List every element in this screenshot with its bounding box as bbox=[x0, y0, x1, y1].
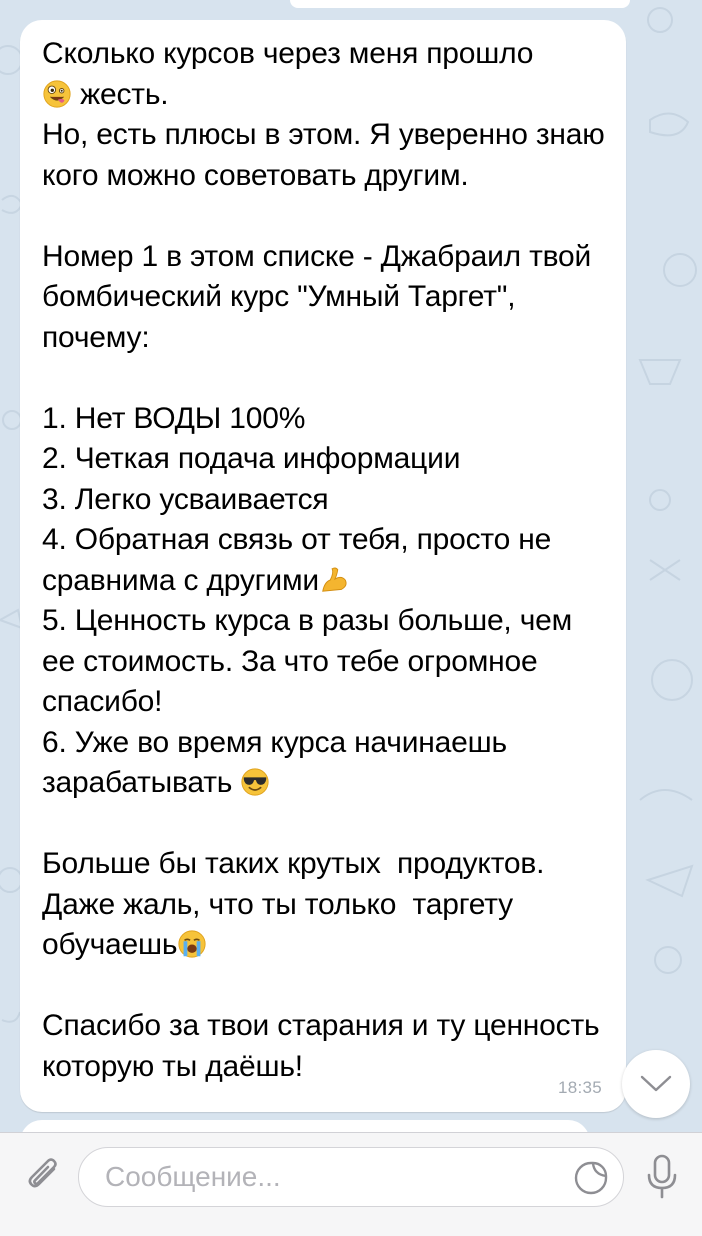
chevron-down-icon bbox=[640, 1075, 672, 1092]
message-text: Сколько курсов через меня прошло жесть. … bbox=[42, 37, 605, 1083]
microphone-icon bbox=[647, 1154, 677, 1199]
zany-face-emoji-icon bbox=[43, 79, 71, 108]
chat-area: Сколько курсов через меня прошло жесть. … bbox=[0, 0, 702, 1150]
loudly-crying-face-emoji-icon bbox=[178, 930, 206, 958]
message-bubble[interactable]: Сколько курсов через меня прошло жесть. … bbox=[20, 20, 626, 1112]
attach-button[interactable] bbox=[18, 1151, 70, 1203]
sticker-button[interactable] bbox=[573, 1160, 609, 1196]
paperclip-icon bbox=[28, 1158, 57, 1188]
smiling-face-with-sunglasses-emoji-icon bbox=[241, 768, 269, 796]
microphone-button[interactable] bbox=[636, 1151, 688, 1203]
message-input-bar bbox=[0, 1132, 702, 1236]
message-timestamp: 18:35 bbox=[557, 1078, 602, 1097]
sticker-icon bbox=[574, 1161, 608, 1195]
message-field[interactable] bbox=[78, 1147, 624, 1207]
flexed-biceps-emoji-icon bbox=[322, 567, 347, 592]
previous-message-bubble bbox=[290, 0, 630, 8]
message-input[interactable] bbox=[105, 1148, 555, 1206]
scroll-to-bottom-button[interactable] bbox=[622, 1050, 690, 1118]
